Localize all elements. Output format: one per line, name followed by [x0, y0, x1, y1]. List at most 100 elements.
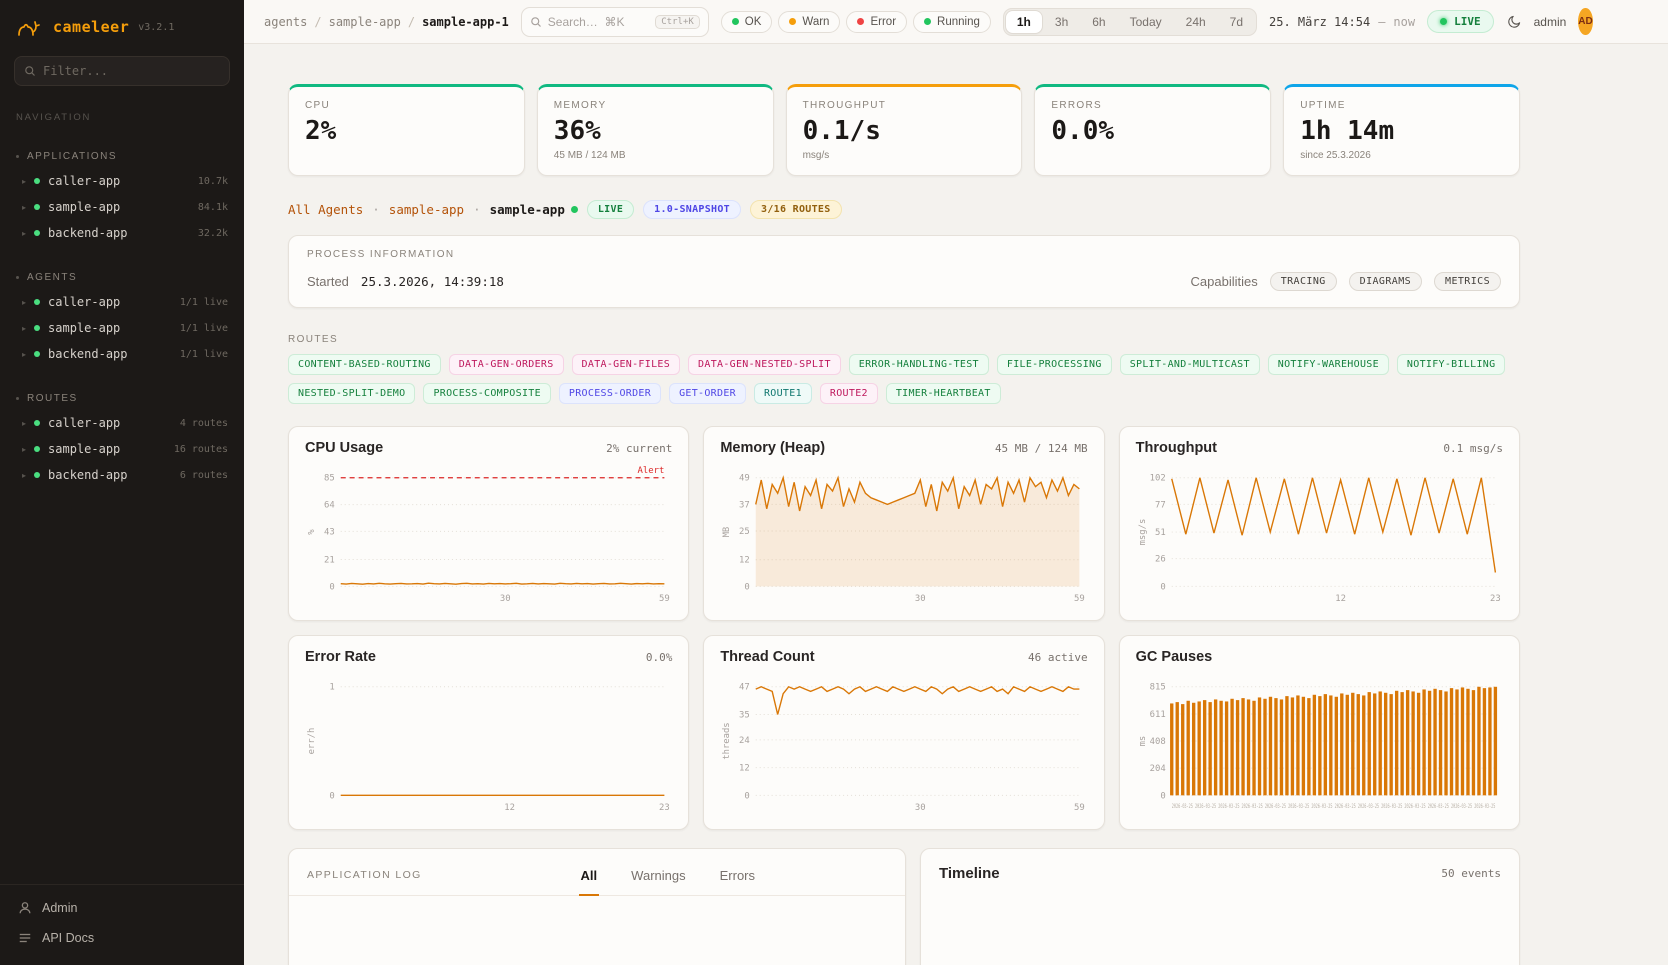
range-today[interactable]: Today — [1119, 11, 1173, 33]
sidebar-item-routes-caller-app[interactable]: ▸caller-app4 routes — [0, 410, 244, 436]
svg-text:ms: ms — [1138, 735, 1148, 746]
svg-text:102: 102 — [1149, 473, 1165, 483]
cpu-usage-chart: CPU Usage2% current 0214364853059%Alert — [288, 426, 689, 621]
search-input[interactable] — [548, 15, 649, 29]
breadcrumb-separator: / — [408, 15, 415, 29]
range-24h[interactable]: 24h — [1175, 11, 1217, 33]
date-range-display[interactable]: 25. März 14:54 — now — [1269, 15, 1415, 29]
admin-link[interactable]: Admin — [0, 893, 244, 923]
status-dot — [34, 230, 40, 236]
content-scroll-area[interactable]: CPU 2% MEMORY 36% 45 MB / 124 MB THROUGH… — [244, 44, 1668, 965]
item-label: backend-app — [48, 468, 127, 482]
kpi-errors: ERRORS 0.0% — [1034, 84, 1271, 176]
breadcrumb-sample-app[interactable]: sample-app — [329, 15, 401, 29]
section-agents: AGENTS ▸caller-app1/1 live ▸sample-app1/… — [0, 268, 244, 367]
svg-text:2026-03-25 2026-03-25 2026-03-: 2026-03-25 2026-03-25 2026-03-25 2026-03… — [1171, 802, 1495, 810]
route-chip[interactable]: GET-ORDER — [669, 383, 746, 404]
route-chip[interactable]: NESTED-SPLIT-DEMO — [288, 383, 415, 404]
log-tabs: All Warnings Errors — [579, 850, 757, 895]
route-chip[interactable]: PROCESS-COMPOSITE — [423, 383, 550, 404]
range-6h[interactable]: 6h — [1081, 11, 1116, 33]
sidebar-item-agent-caller-app[interactable]: ▸caller-app1/1 live — [0, 289, 244, 315]
route-chip[interactable]: DATA-GEN-NESTED-SPLIT — [688, 354, 841, 375]
live-dot — [1440, 18, 1447, 25]
svg-text:threads: threads — [722, 722, 732, 759]
range-end: now — [1393, 15, 1415, 29]
avatar[interactable]: AD — [1578, 8, 1592, 35]
svg-text:0: 0 — [329, 791, 334, 801]
current-agent: sample-app — [490, 202, 578, 217]
svg-text:12: 12 — [739, 555, 750, 565]
error-rate-chart: Error Rate0.0% 011223err/h — [288, 635, 689, 830]
route-chip[interactable]: DATA-GEN-FILES — [572, 354, 681, 375]
chart-title: Memory (Heap) — [720, 440, 825, 456]
sample-app-link[interactable]: sample-app — [389, 202, 464, 217]
item-label: caller-app — [48, 295, 120, 309]
route-chip[interactable]: SPLIT-AND-MULTICAST — [1120, 354, 1260, 375]
chart-current-value: 0.1 msg/s — [1443, 442, 1503, 455]
svg-text:51: 51 — [1155, 528, 1166, 538]
charts-grid: CPU Usage2% current 0214364853059%Alert … — [288, 426, 1520, 830]
live-indicator[interactable]: LIVE — [1427, 10, 1494, 33]
filter-warn[interactable]: Warn — [778, 11, 840, 33]
sidebar-item-sample-app[interactable]: ▸sample-app84.1k — [0, 194, 244, 220]
chart-title: GC Pauses — [1136, 649, 1213, 665]
svg-text:35: 35 — [739, 710, 750, 720]
chart-current-value: 46 active — [1028, 651, 1088, 664]
capabilities-label: Capabilities — [1191, 274, 1258, 289]
user-menu[interactable]: admin — [1534, 15, 1567, 29]
bottom-row: APPLICATION LOG All Warnings Errors Time… — [288, 848, 1520, 965]
breadcrumb-agents[interactable]: agents — [264, 15, 307, 29]
tab-warnings[interactable]: Warnings — [629, 850, 687, 896]
all-agents-link[interactable]: All Agents — [288, 202, 363, 217]
route-chip[interactable]: TIMER-HEARTBEAT — [886, 383, 1001, 404]
section-label: APPLICATIONS — [27, 151, 117, 162]
api-docs-link[interactable]: API Docs — [0, 923, 244, 953]
svg-text:64: 64 — [324, 500, 335, 510]
main-area: agents / sample-app / sample-app-1 Ctrl+… — [244, 0, 1668, 965]
sidebar-filter-input[interactable] — [43, 64, 220, 78]
svg-text:59: 59 — [1074, 594, 1085, 604]
section-applications: APPLICATIONS ▸caller-app10.7k ▸sample-ap… — [0, 147, 244, 246]
filter-ok[interactable]: OK — [721, 11, 773, 33]
range-1h[interactable]: 1h — [1006, 11, 1042, 33]
route-chip[interactable]: NOTIFY-WAREHOUSE — [1268, 354, 1389, 375]
range-7d[interactable]: 7d — [1219, 11, 1254, 33]
kpi-sub: msg/s — [803, 150, 1006, 162]
route-chip[interactable]: PROCESS-ORDER — [559, 383, 661, 404]
route-chip[interactable]: ROUTE1 — [754, 383, 812, 404]
route-chip[interactable]: DATA-GEN-ORDERS — [449, 354, 564, 375]
breadcrumb: agents / sample-app / sample-app-1 — [264, 15, 509, 29]
route-chip[interactable]: NOTIFY-BILLING — [1397, 354, 1506, 375]
app-version: v3.2.1 — [138, 22, 174, 33]
svg-text:408: 408 — [1149, 737, 1165, 747]
filter-error[interactable]: Error — [846, 11, 907, 33]
status-dot — [34, 178, 40, 184]
route-chip[interactable]: ERROR-HANDLING-TEST — [849, 354, 989, 375]
theme-toggle-button[interactable] — [1506, 8, 1522, 36]
sidebar-item-routes-sample-app[interactable]: ▸sample-app16 routes — [0, 436, 244, 462]
sidebar-item-agent-sample-app[interactable]: ▸sample-app1/1 live — [0, 315, 244, 341]
breadcrumb-separator: / — [314, 15, 321, 29]
kpi-value: 36% — [554, 117, 757, 146]
svg-text:49: 49 — [739, 473, 750, 483]
filter-running[interactable]: Running — [913, 11, 991, 33]
route-chip[interactable]: CONTENT-BASED-ROUTING — [288, 354, 441, 375]
tab-errors[interactable]: Errors — [718, 850, 757, 896]
sidebar-item-backend-app[interactable]: ▸backend-app32.2k — [0, 220, 244, 246]
sidebar-item-caller-app[interactable]: ▸caller-app10.7k — [0, 168, 244, 194]
item-badge: 1/1 live — [180, 349, 228, 360]
sidebar-item-agent-backend-app[interactable]: ▸backend-app1/1 live — [0, 341, 244, 367]
route-chip[interactable]: FILE-PROCESSING — [997, 354, 1112, 375]
kpi-sub — [305, 150, 508, 162]
tab-all[interactable]: All — [579, 850, 600, 896]
route-chip[interactable]: ROUTE2 — [820, 383, 878, 404]
kpi-label: CPU — [305, 100, 508, 111]
section-dot — [16, 397, 19, 400]
sidebar-filter — [14, 56, 230, 86]
status-dot — [34, 299, 40, 305]
kpi-cpu: CPU 2% — [288, 84, 525, 176]
range-3h[interactable]: 3h — [1044, 11, 1079, 33]
app-logo[interactable]: cameleer v3.2.1 — [0, 0, 244, 50]
sidebar-item-routes-backend-app[interactable]: ▸backend-app6 routes — [0, 462, 244, 488]
